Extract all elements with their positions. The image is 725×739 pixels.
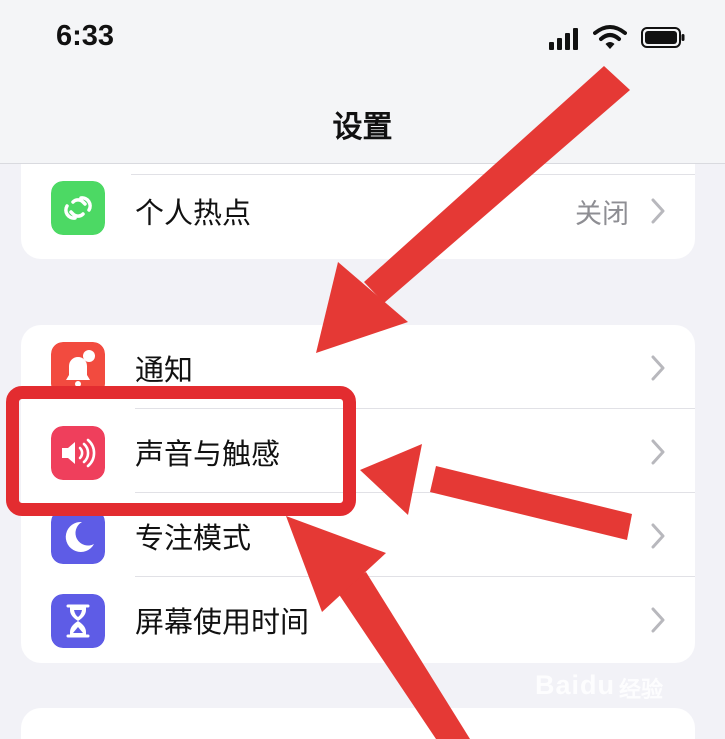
hourglass-icon [51,594,105,648]
settings-row-label: 专注模式 [135,521,252,555]
settings-row-screen-time[interactable]: 屏幕使用时间 [21,577,695,661]
status-bar: 6:33 [0,0,725,80]
settings-row-hotspot[interactable]: 个人热点 关闭 [21,175,695,259]
watermark-brand: Baidu [535,670,616,700]
watermark-url: jingyan.baidu.com [555,706,652,720]
settings-row-label: 通知 [135,353,194,387]
highlight-box [6,386,356,516]
status-time: 6:33 [56,20,115,52]
chevron-right-icon [651,439,665,465]
wifi-icon [593,25,627,49]
cellular-signal-icon [549,26,583,50]
navigation-bar: 设置 [0,80,725,164]
battery-icon [641,27,685,48]
moon-icon [51,510,105,564]
chevron-right-icon [651,198,665,224]
settings-row-label: 个人热点 [135,196,252,230]
hotspot-status-value: 关闭 [575,199,629,230]
chevron-right-icon [651,523,665,549]
status-icons [549,24,689,52]
chevron-right-icon [651,355,665,381]
settings-row-label: 屏幕使用时间 [135,605,310,639]
settings-group-network: 个人热点 关闭 [21,164,695,259]
page-title: 设置 [332,110,393,145]
watermark-sub: 经验 [619,677,664,702]
baidu-watermark: Baidu 经验 jingyan.baidu.com [535,670,695,725]
hotspot-link-icon [51,181,105,235]
chevron-right-icon [651,607,665,633]
